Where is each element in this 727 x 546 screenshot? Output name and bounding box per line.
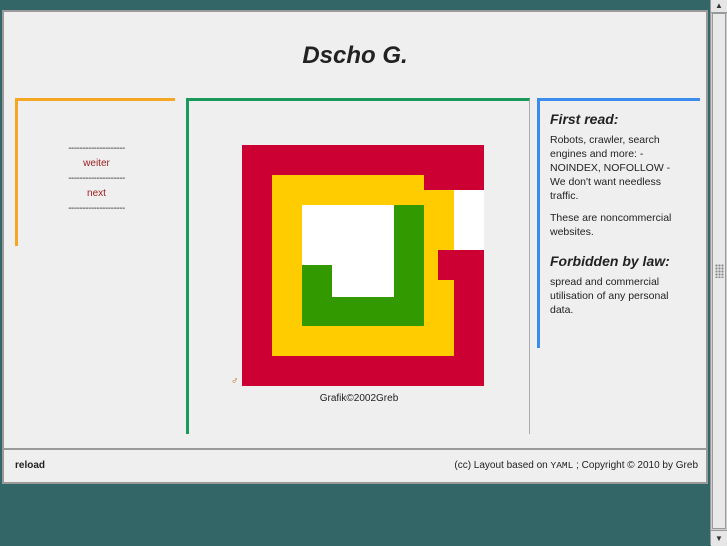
graphic-caption: Grafik©2002Greb xyxy=(319,393,399,404)
info-box: First read: Robots, crawler, search engi… xyxy=(537,98,700,348)
graphic-red-notch xyxy=(424,175,454,190)
graphic-red-tab xyxy=(438,250,484,280)
nav-item-next[interactable]: next xyxy=(18,188,175,199)
page-container: Dscho G. -------------------- weiter ---… xyxy=(2,10,708,484)
scroll-up-arrow-icon[interactable]: ▲ xyxy=(711,0,727,13)
graphic-green-block xyxy=(302,265,332,297)
scroll-thumb[interactable] xyxy=(712,13,726,529)
first-read-text: Robots, crawler, search engines and more… xyxy=(550,134,671,202)
footer-credit: (cc) Layout based on YAML ; Copyright © … xyxy=(454,460,698,471)
first-read-heading: First read: xyxy=(550,111,619,127)
nav-separator: -------------------- xyxy=(68,173,125,184)
content-box: ♂ Grafik©2002Greb xyxy=(186,98,530,434)
noncommercial-text: These are noncommercial websites. xyxy=(550,212,672,238)
nav-separator: -------------------- xyxy=(68,143,125,154)
footer-divider xyxy=(4,448,706,450)
nav-item-weiter[interactable]: weiter xyxy=(18,158,175,169)
weiter-link[interactable]: weiter xyxy=(83,158,110,169)
male-symbol-icon: ♂ xyxy=(231,376,239,387)
forbidden-text: spread and commercial utilisation of any… xyxy=(550,276,669,316)
next-link[interactable]: next xyxy=(87,188,106,199)
graphic-white-gap xyxy=(454,190,484,250)
scroll-down-arrow-icon[interactable]: ▼ xyxy=(711,530,727,546)
yaml-link[interactable]: YAML xyxy=(551,460,574,471)
grip-icon xyxy=(715,264,724,278)
credit-suffix: ; Copyright © 2010 by Greb xyxy=(576,460,698,471)
credit-prefix: (cc) Layout based on xyxy=(454,460,548,471)
nav-separator: -------------------- xyxy=(68,203,125,214)
site-title: Dscho G. xyxy=(302,42,408,69)
navigation-box: -------------------- weiter ------------… xyxy=(15,98,175,246)
reload-link[interactable]: reload xyxy=(15,460,45,471)
greb-graphic xyxy=(242,145,484,386)
forbidden-heading: Forbidden by law: xyxy=(550,253,670,269)
vertical-scrollbar[interactable]: ▲ ▼ xyxy=(710,0,727,546)
